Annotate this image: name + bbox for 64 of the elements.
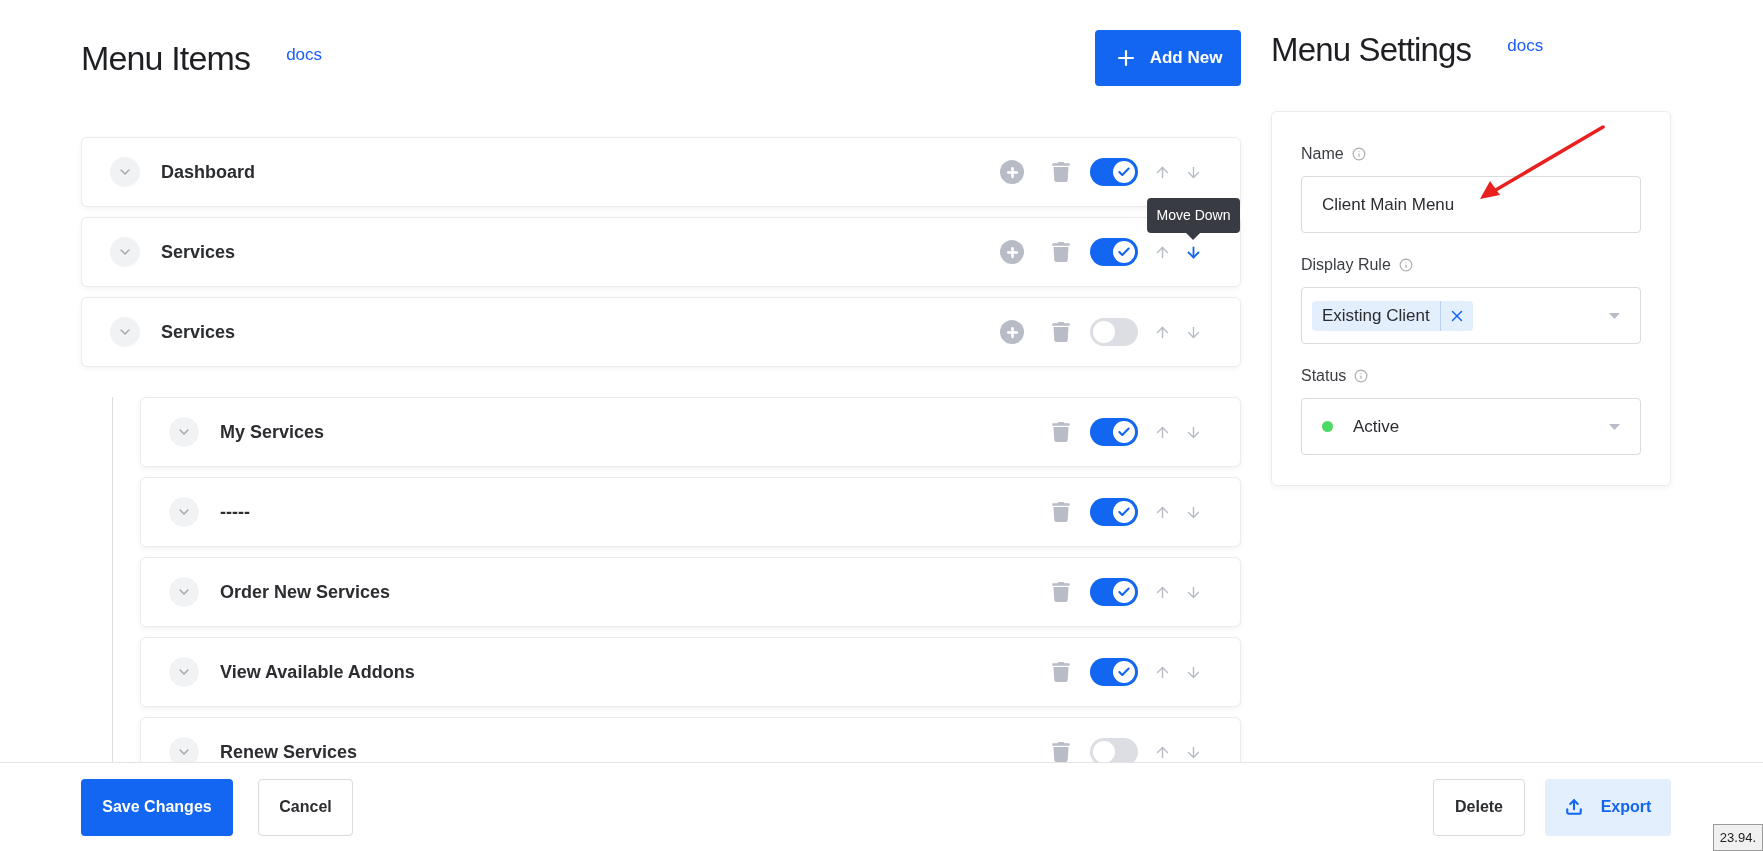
status-value: Active: [1353, 415, 1400, 438]
toggle-switch[interactable]: [1090, 498, 1138, 526]
expand-chevron[interactable]: [110, 317, 140, 347]
delete-button[interactable]: Delete: [1433, 778, 1525, 836]
menu-item-label: -----: [220, 500, 250, 524]
info-icon: [1354, 369, 1369, 383]
status-select[interactable]: Active: [1301, 398, 1641, 455]
toggle-switch[interactable]: [1090, 738, 1138, 762]
expand-chevron[interactable]: [169, 577, 199, 607]
toggle-switch[interactable]: [1090, 578, 1138, 606]
dropdown-caret-icon: [1609, 312, 1620, 319]
trash-icon[interactable]: [1051, 502, 1071, 522]
menu-item-label: Renew Services: [220, 740, 358, 762]
field-label: Status: [1301, 366, 1347, 386]
expand-chevron[interactable]: [169, 657, 199, 687]
dropdown-caret-icon: [1609, 423, 1620, 430]
check-icon: [1117, 665, 1131, 679]
menu-item-label: Order New Services: [220, 580, 391, 604]
cancel-button[interactable]: Cancel: [258, 778, 353, 836]
trash-icon[interactable]: [1051, 582, 1071, 602]
trash-icon[interactable]: [1051, 322, 1071, 342]
tooltip: Move Down: [1146, 197, 1241, 240]
expand-chevron[interactable]: [169, 417, 199, 447]
check-icon: [1117, 245, 1131, 259]
check-icon: [1117, 425, 1131, 439]
info-icon: [1351, 147, 1366, 161]
trash-icon[interactable]: [1051, 162, 1071, 182]
check-icon: [1117, 585, 1131, 599]
menu-item-label: Services: [161, 240, 236, 264]
info-icon: [1398, 258, 1413, 272]
toggle-switch[interactable]: [1090, 318, 1138, 346]
add-new-button[interactable]: Add New: [1095, 30, 1241, 86]
save-changes-button[interactable]: Save Changes: [81, 778, 233, 836]
docs-link[interactable]: docs: [286, 42, 323, 68]
export-button[interactable]: Export: [1545, 778, 1671, 836]
menu-item-label: My Services: [220, 420, 325, 444]
trash-icon[interactable]: [1051, 742, 1071, 762]
toggle-switch[interactable]: [1090, 658, 1138, 686]
menu-item-label: Dashboard: [161, 160, 256, 184]
expand-chevron[interactable]: [110, 157, 140, 187]
check-icon: [1117, 505, 1131, 519]
trash-icon[interactable]: [1051, 662, 1071, 682]
add-child-icon[interactable]: [1000, 240, 1024, 264]
trash-icon[interactable]: [1051, 422, 1071, 442]
add-child-icon[interactable]: [1000, 160, 1024, 184]
upload-icon: [1564, 798, 1583, 816]
expand-chevron[interactable]: [169, 497, 199, 527]
check-icon: [1117, 165, 1131, 179]
menu-item-label: Services: [161, 320, 236, 344]
toggle-switch[interactable]: [1090, 418, 1138, 446]
field-label: Name: [1301, 144, 1344, 164]
field-label: Display Rule: [1301, 255, 1391, 275]
expand-chevron[interactable]: [169, 737, 199, 762]
docs-link[interactable]: docs: [1507, 33, 1544, 59]
settings-title: Menu Settings: [1271, 30, 1472, 71]
menu-item-label: View Available Addons: [220, 660, 415, 684]
expand-chevron[interactable]: [110, 237, 140, 267]
name-field[interactable]: Client Main Menu: [1301, 176, 1641, 233]
trash-icon[interactable]: [1051, 242, 1071, 262]
page-title: Menu Items: [81, 37, 251, 79]
display-rule-select[interactable]: Existing Client: [1301, 287, 1641, 344]
add-child-icon[interactable]: [1000, 320, 1024, 344]
toggle-switch[interactable]: [1090, 238, 1138, 266]
toggle-switch[interactable]: [1090, 158, 1138, 186]
